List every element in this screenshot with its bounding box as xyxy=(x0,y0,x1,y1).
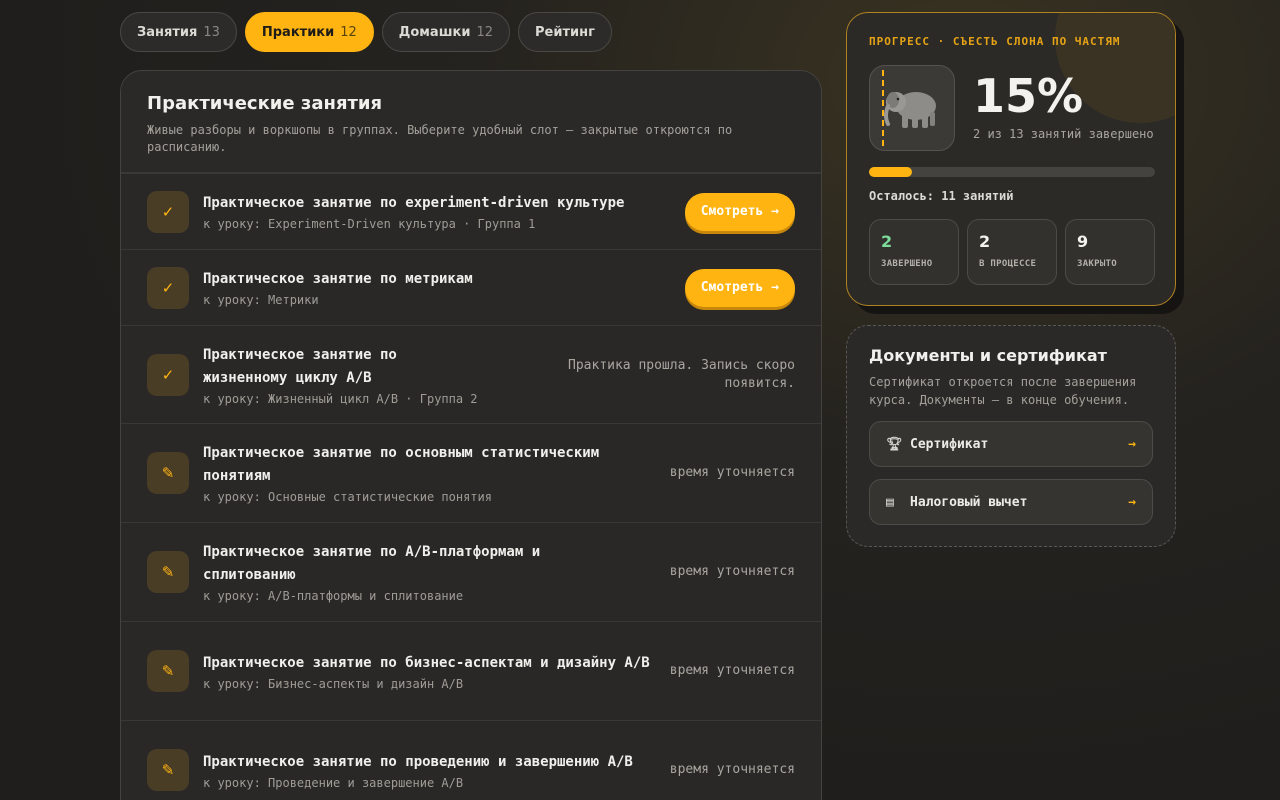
item-title: Практическое занятие по основным статист… xyxy=(203,445,600,484)
tab-lessons[interactable]: Занятия 13 xyxy=(120,12,237,52)
stat-in-progress: 2 В ПРОЦЕССЕ xyxy=(967,219,1057,285)
tax-deduction-button[interactable]: ▤ Налоговый вычет → xyxy=(869,479,1153,525)
stat-value: 2 xyxy=(881,232,893,251)
tab-count: 13 xyxy=(203,24,220,40)
progress-bar-fill xyxy=(869,167,912,177)
stat-completed: 2 ЗАВЕРШЕНО xyxy=(869,219,959,285)
documents-subtitle: Сертификат откроется после завершения ку… xyxy=(869,375,1137,407)
status-text: время уточняется xyxy=(669,663,795,678)
pencil-icon: ✎ xyxy=(147,551,189,593)
list-item: ✓ Практическое занятие по experiment-dri… xyxy=(121,174,821,250)
page-subtitle: Живые разборы и воркшопы в группах. Выбе… xyxy=(147,123,733,154)
list-item: ✓ Практическое занятие по метрикам к уро… xyxy=(121,250,821,326)
certificate-label: Сертификат xyxy=(910,436,989,452)
status-text: время уточняется xyxy=(669,564,795,579)
trophy-icon: 🏆︎ xyxy=(886,436,903,452)
remaining-text: Осталось: 11 занятий xyxy=(869,189,1014,203)
item-subtitle: к уроку: Проведение и завершение A/B xyxy=(203,775,464,790)
stat-closed: 9 ЗАКРЫТО xyxy=(1065,219,1155,285)
item-title: Практическое занятие по A/B-платформам и… xyxy=(203,544,541,583)
item-title: Практическое занятие по метрикам xyxy=(203,271,473,287)
list-item: ✎ Практическое занятие по проведению и з… xyxy=(121,721,821,800)
list-item: ✎ Практическое занятие по A/B-платформам… xyxy=(121,523,821,622)
status-text: время уточняется xyxy=(669,465,795,480)
item-subtitle: к уроку: Бизнес-аспекты и дизайн A/B xyxy=(203,676,464,691)
stats-row: 2 ЗАВЕРШЕНО 2 В ПРОЦЕССЕ 9 ЗАКРЫТО xyxy=(869,219,1155,285)
tab-count: 12 xyxy=(340,24,357,40)
documents-card: Документы и сертификат Сертификат открое… xyxy=(846,325,1176,547)
tab-practices[interactable]: Практики 12 xyxy=(244,12,374,52)
progress-percent: 15% xyxy=(973,69,1084,123)
item-title: Практическое занятие по жизненному циклу… xyxy=(203,346,397,386)
list-item: ✎ Практическое занятие по бизнес-аспекта… xyxy=(121,622,821,721)
status-text: время уточняется xyxy=(669,762,795,777)
stat-value: 9 xyxy=(1077,232,1089,251)
check-icon: ✓ xyxy=(147,353,189,396)
elephant-icon xyxy=(869,65,955,151)
tax-deduction-label: Налоговый вычет xyxy=(910,494,1028,510)
progress-summary: 2 из 13 занятий завершено xyxy=(973,127,1154,141)
pencil-icon: ✎ xyxy=(147,749,189,791)
panel-header: Практические занятия Живые разборы и вор… xyxy=(121,71,821,174)
progress-marker-line xyxy=(882,70,884,146)
tab-label: Практики xyxy=(261,24,335,40)
practices-panel: Практические занятия Живые разборы и вор… xyxy=(120,70,822,800)
watch-button[interactable]: Смотреть → xyxy=(684,268,795,307)
tab-homework[interactable]: Домашки 12 xyxy=(381,12,510,52)
item-subtitle: к уроку: Experiment-Driven культура · Гр… xyxy=(203,217,536,231)
list-item: ✎ Практическое занятие по основным стати… xyxy=(121,424,821,523)
tab-rating[interactable]: Рейтинг xyxy=(517,12,612,52)
pencil-icon: ✎ xyxy=(147,650,189,692)
tab-count: 12 xyxy=(476,24,493,40)
arrow-right-icon: → xyxy=(1128,436,1136,452)
progress-bar xyxy=(869,167,1155,177)
tab-label: Домашки xyxy=(398,24,471,40)
item-title: Практическое занятие по бизнес-аспектам … xyxy=(203,654,650,671)
item-title: Практическое занятие по проведению и зав… xyxy=(203,753,633,770)
list-item: ✓ Практическое занятие по жизненному цик… xyxy=(121,326,821,424)
check-icon: ✓ xyxy=(147,266,189,309)
tab-label: Рейтинг xyxy=(534,24,595,40)
stat-value: 2 xyxy=(979,232,991,251)
stat-label: ЗАВЕРШЕНО xyxy=(881,259,933,269)
check-icon: ✓ xyxy=(147,190,189,233)
item-subtitle: к уроку: A/B-платформы и сплитование xyxy=(203,589,464,603)
tab-bar: Занятия 13 Практики 12 Домашки 12 Рейтин… xyxy=(120,12,612,52)
stat-label: ЗАКРЫТО xyxy=(1077,259,1118,269)
certificate-button[interactable]: 🏆︎ Сертификат → xyxy=(869,421,1153,467)
status-text: Практика прошла. Запись скоро появится. xyxy=(568,357,795,391)
progress-label: ПРОГРЕСС · СЪЕСТЬ СЛОНА ПО ЧАСТЯМ xyxy=(869,35,1121,48)
progress-card: ПРОГРЕСС · СЪЕСТЬ СЛОНА ПО ЧАСТЯМ 15% 2 … xyxy=(846,12,1176,306)
tab-label: Занятия xyxy=(137,24,198,40)
item-title: Практическое занятие по experiment-drive… xyxy=(203,195,625,211)
pencil-icon: ✎ xyxy=(147,452,189,494)
item-subtitle: к уроку: Основные статистические понятия xyxy=(203,490,492,504)
elephant-graphic xyxy=(884,92,936,128)
stat-label: В ПРОЦЕССЕ xyxy=(979,259,1037,269)
watch-button[interactable]: Смотреть → xyxy=(684,192,795,231)
arrow-right-icon: → xyxy=(1128,494,1136,510)
receipt-icon: ▤ xyxy=(886,494,894,510)
documents-title: Документы и сертификат xyxy=(869,346,1107,365)
page-title: Практические занятия xyxy=(147,93,383,114)
item-subtitle: к уроку: Жизненный цикл A/B · Группа 2 xyxy=(203,391,478,406)
item-subtitle: к уроку: Метрики xyxy=(203,293,319,307)
